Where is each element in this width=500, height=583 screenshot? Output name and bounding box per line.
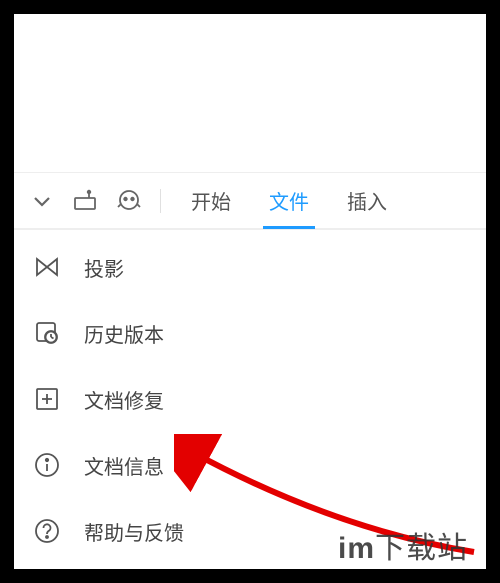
document-preview-area — [14, 14, 486, 172]
toolbar: 开始 文件 插入 — [14, 172, 486, 230]
watermark-light: 下载站 — [375, 532, 468, 565]
watermark: im下载站 — [338, 523, 468, 567]
projection-icon — [32, 252, 62, 282]
tab-file[interactable]: 文件 — [265, 174, 313, 227]
tab-bar: 开始 文件 插入 — [187, 174, 391, 227]
history-icon — [32, 318, 62, 348]
tab-insert[interactable]: 插入 — [343, 174, 391, 227]
repair-icon — [32, 384, 62, 414]
menu-label: 帮助与反馈 — [84, 517, 184, 546]
menu-label: 历史版本 — [84, 319, 164, 348]
menu-item-history[interactable]: 历史版本 — [14, 300, 486, 366]
assistant-face-icon[interactable] — [116, 188, 142, 214]
watermark-strong: im — [338, 532, 375, 565]
tab-start[interactable]: 开始 — [187, 174, 235, 227]
menu-label: 投影 — [84, 253, 124, 282]
chevron-down-icon[interactable] — [30, 189, 54, 213]
toolbar-divider — [160, 189, 161, 213]
info-icon — [32, 450, 62, 480]
keyboard-icon[interactable] — [72, 188, 98, 214]
help-icon — [32, 516, 62, 546]
menu-item-info[interactable]: 文档信息 — [14, 432, 486, 498]
menu-item-projection[interactable]: 投影 — [14, 234, 486, 300]
file-menu: 投影 历史版本 文档修复 — [14, 230, 486, 568]
menu-label: 文档修复 — [84, 385, 164, 414]
menu-item-repair[interactable]: 文档修复 — [14, 366, 486, 432]
menu-label: 文档信息 — [84, 451, 164, 480]
